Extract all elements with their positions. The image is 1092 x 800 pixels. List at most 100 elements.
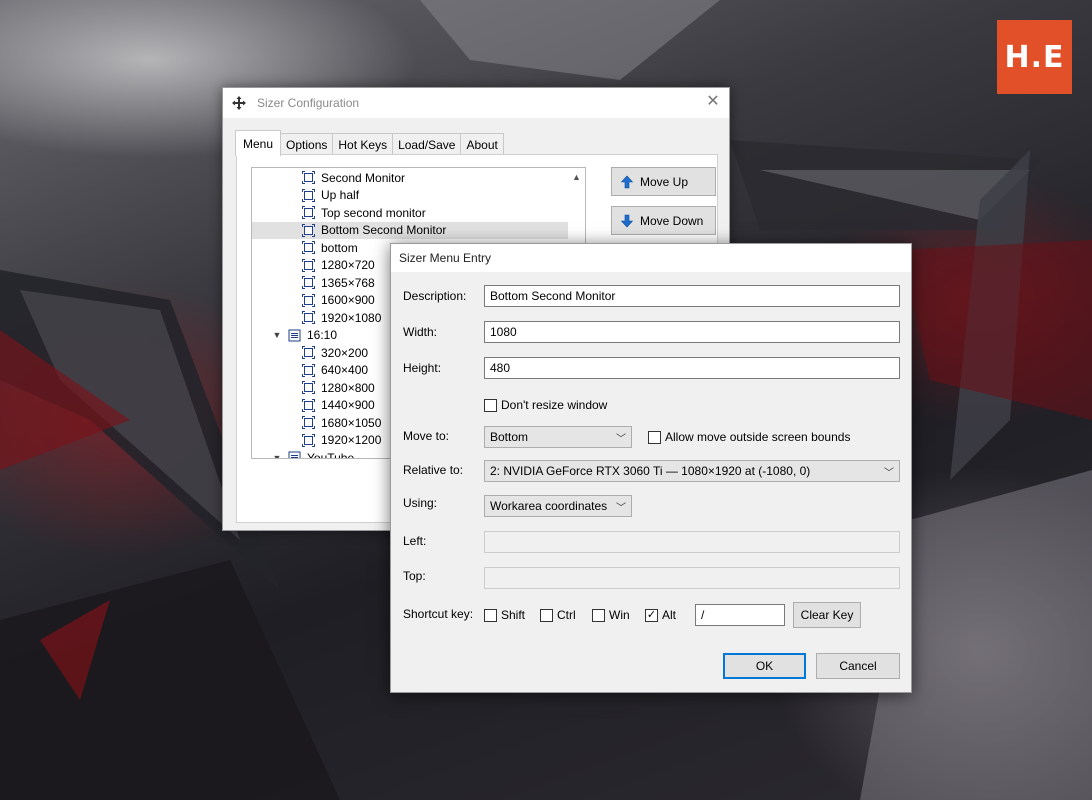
description-input[interactable]: Bottom Second Monitor xyxy=(484,285,900,307)
tree-item-label: 1680×1050 xyxy=(321,415,382,430)
ctrl-label: Ctrl xyxy=(557,608,576,622)
left-label: Left: xyxy=(403,534,427,548)
sizer-app-icon xyxy=(232,96,246,110)
scroll-up-arrow-icon[interactable]: ▲ xyxy=(568,168,585,186)
chevron-down-icon[interactable]: ▼ xyxy=(272,453,282,458)
allow-outside-checkbox[interactable]: Allow move outside screen bounds xyxy=(648,430,850,444)
chevron-down-icon[interactable]: ▼ xyxy=(272,330,282,340)
shortcut-key-input[interactable]: / xyxy=(695,604,785,626)
config-tab-strip: Menu Options Hot Keys Load/Save About xyxy=(235,130,504,156)
tree-item[interactable]: 1365×768 xyxy=(302,274,375,292)
tree-item[interactable]: 1440×900 xyxy=(302,397,375,415)
height-input[interactable]: 480 xyxy=(484,357,900,379)
cancel-button[interactable]: Cancel xyxy=(816,653,900,679)
tree-item[interactable]: 1920×1080 xyxy=(302,309,381,327)
relative-to-select[interactable]: 2: NVIDIA GeForce RTX 3060 Ti — 1080×192… xyxy=(484,460,900,482)
tree-item-label: Up half xyxy=(321,188,360,203)
chevron-down-icon: ﹀ xyxy=(884,467,894,479)
move-to-value: Bottom xyxy=(490,430,529,444)
chevron-down-icon: ﹀ xyxy=(616,502,626,514)
tree-item-label: 16:10 xyxy=(307,328,338,343)
window-resize-icon xyxy=(302,206,315,220)
window-resize-icon xyxy=(302,433,315,447)
tree-item-label: 1440×900 xyxy=(321,398,375,413)
tab-menu[interactable]: Menu xyxy=(235,130,282,156)
dont-resize-box[interactable] xyxy=(484,398,497,412)
tree-item[interactable]: Bottom Second Monitor xyxy=(252,221,568,239)
clear-key-label: Clear Key xyxy=(800,608,854,622)
config-titlebar[interactable]: Sizer Configuration ✕ xyxy=(223,88,729,118)
tree-item-label: Top second monitor xyxy=(321,205,426,220)
tree-item[interactable]: 320×200 xyxy=(302,344,368,362)
window-resize-icon xyxy=(302,381,315,395)
height-label: Height: xyxy=(403,361,442,375)
tree-item[interactable]: 1680×1050 xyxy=(302,414,381,432)
dont-resize-checkbox[interactable]: Don't resize window xyxy=(484,398,607,412)
tree-item-label: 1280×720 xyxy=(321,258,375,273)
tab-hot-keys[interactable]: Hot Keys xyxy=(332,133,394,155)
tree-item-label: Second Monitor xyxy=(321,170,406,185)
tree-item[interactable]: Second Monitor xyxy=(302,169,405,187)
left-input[interactable] xyxy=(484,531,900,553)
alt-checkbox[interactable]: ✓ Alt xyxy=(645,608,676,622)
tree-item[interactable]: 1600×900 xyxy=(302,292,375,310)
tree-group[interactable]: ▼ YouTube xyxy=(272,449,354,458)
checkmark-icon[interactable]: ✓ xyxy=(645,608,658,622)
shortcut-key-label: Shortcut key: xyxy=(403,607,474,621)
relative-to-value: 2: NVIDIA GeForce RTX 3060 Ti — 1080×192… xyxy=(490,464,811,478)
top-label: Top: xyxy=(403,569,426,583)
win-checkbox[interactable]: Win xyxy=(592,608,630,622)
window-resize-icon xyxy=(302,276,315,290)
tree-group[interactable]: ▼ 16:10 xyxy=(272,327,338,345)
move-down-button[interactable]: Move Down xyxy=(611,206,716,235)
allow-outside-label: Allow move outside screen bounds xyxy=(665,430,851,444)
move-to-select[interactable]: Bottom ﹀ xyxy=(484,426,632,448)
cancel-label: Cancel xyxy=(839,659,877,673)
allow-outside-box[interactable] xyxy=(648,430,661,444)
win-box[interactable] xyxy=(592,608,605,622)
shift-checkbox[interactable]: Shift xyxy=(484,608,525,622)
window-resize-icon xyxy=(302,311,315,325)
tree-item[interactable]: Top second monitor xyxy=(302,204,426,222)
tree-item[interactable]: 1280×720 xyxy=(302,257,375,275)
dont-resize-label: Don't resize window xyxy=(501,398,608,412)
tree-item-label: 1600×900 xyxy=(321,293,375,308)
entry-titlebar[interactable]: Sizer Menu Entry xyxy=(391,244,911,272)
move-up-button[interactable]: Move Up xyxy=(611,167,716,196)
using-value: Workarea coordinates xyxy=(490,499,608,513)
window-resize-icon xyxy=(302,293,315,307)
shift-box[interactable] xyxy=(484,608,497,622)
window-resize-icon xyxy=(302,398,315,412)
ok-button[interactable]: OK xyxy=(723,653,806,679)
move-down-label: Move Down xyxy=(640,213,704,228)
tab-load-save[interactable]: Load/Save xyxy=(392,133,462,155)
window-resize-icon xyxy=(302,363,315,377)
tree-item-label: 1920×1200 xyxy=(321,433,382,448)
top-input[interactable] xyxy=(484,567,900,589)
tree-item[interactable]: 1920×1200 xyxy=(302,432,381,450)
tab-about[interactable]: About xyxy=(460,133,504,155)
tree-item[interactable]: 1280×800 xyxy=(302,379,375,397)
tree-item-label: bottom xyxy=(321,240,358,255)
tree-item[interactable]: Up half xyxy=(302,187,359,205)
move-up-label: Move Up xyxy=(640,174,689,189)
window-resize-icon xyxy=(302,241,315,255)
width-input[interactable]: 1080 xyxy=(484,321,900,343)
close-icon[interactable]: ✕ xyxy=(705,94,721,110)
tree-item[interactable]: 640×400 xyxy=(302,362,368,380)
clear-key-button[interactable]: Clear Key xyxy=(793,602,861,628)
tree-item[interactable]: bottom xyxy=(302,239,358,257)
config-window-title: Sizer Configuration xyxy=(257,96,360,110)
using-select[interactable]: Workarea coordinates ﹀ xyxy=(484,495,632,517)
width-label: Width: xyxy=(403,325,438,339)
window-resize-icon xyxy=(302,258,315,272)
tree-item-label: 1365×768 xyxy=(321,275,375,290)
ctrl-checkbox[interactable]: Ctrl xyxy=(540,608,576,622)
tab-options[interactable]: Options xyxy=(280,133,334,155)
tree-item-label: 640×400 xyxy=(321,363,369,378)
arrow-down-icon xyxy=(620,214,634,227)
using-label: Using: xyxy=(403,496,438,510)
ctrl-box[interactable] xyxy=(540,608,553,622)
win-label: Win xyxy=(609,608,630,622)
width-value: 1080 xyxy=(490,325,517,339)
